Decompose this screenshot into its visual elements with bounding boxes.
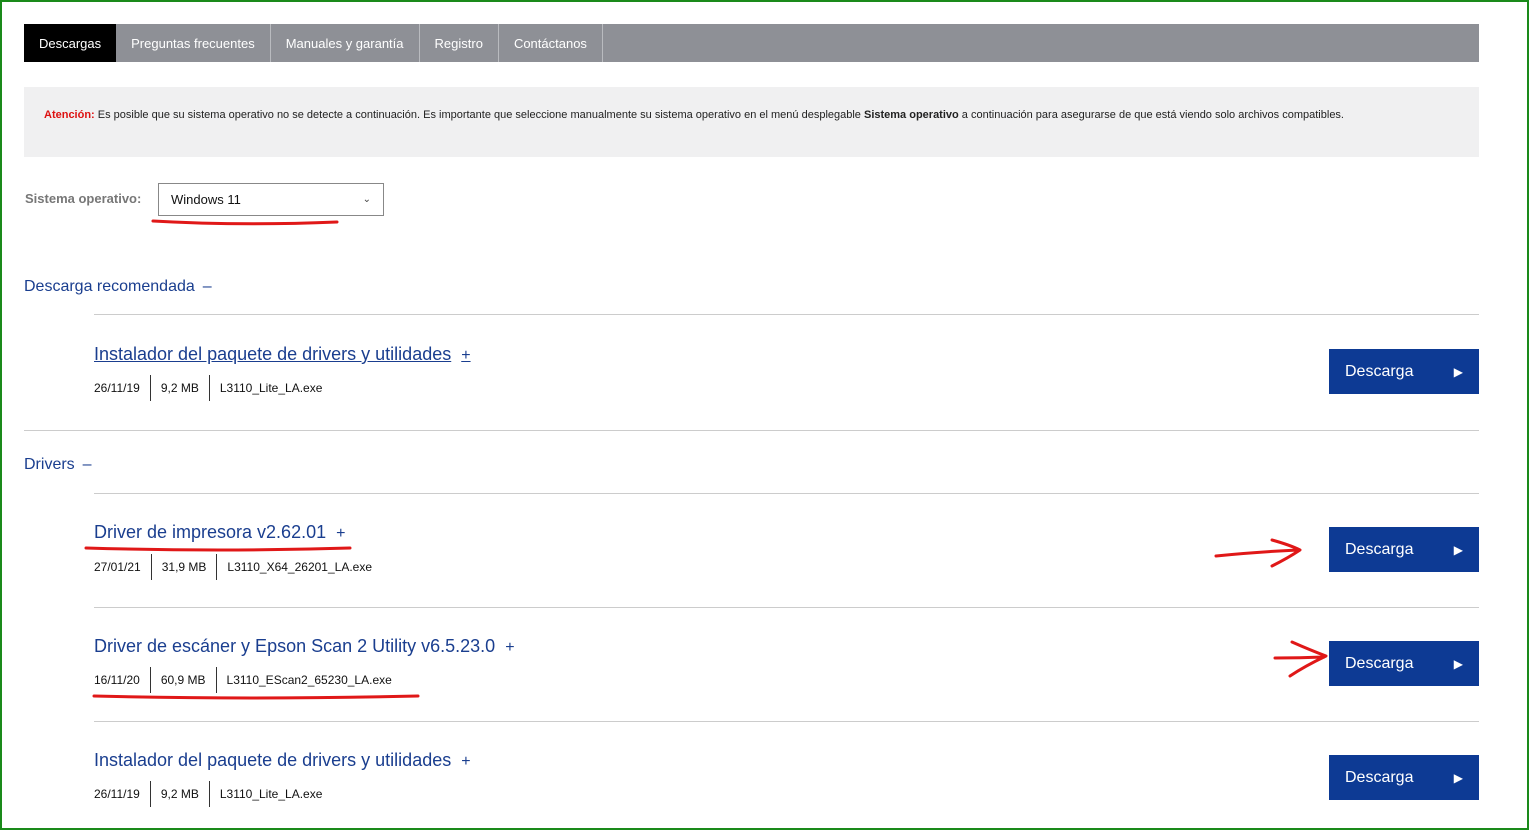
os-detection-notice: Atención: Es posible que su sistema oper… xyxy=(24,87,1479,157)
notice-warning-label: Atención: xyxy=(44,109,95,121)
section-recommended-toggle[interactable]: Descarga recomendada – xyxy=(24,278,212,296)
file-size: 9,2 MB xyxy=(149,781,209,807)
download-button[interactable]: Descarga ▶ xyxy=(1329,755,1479,800)
play-triangle-icon: ▶ xyxy=(1453,656,1463,671)
file-size: 60,9 MB xyxy=(149,667,216,693)
tab-contactanos[interactable]: Contáctanos xyxy=(499,24,603,62)
expand-icon: + xyxy=(505,639,515,656)
download-button-label: Descarga xyxy=(1345,654,1414,672)
divider xyxy=(94,493,1479,494)
tab-descargas[interactable]: Descargas xyxy=(24,24,117,62)
tab-registro[interactable]: Registro xyxy=(420,24,499,62)
item-title-link[interactable]: Instalador del paquete de drivers y util… xyxy=(94,750,471,771)
file-name: L3110_Lite_LA.exe xyxy=(208,781,333,807)
file-meta: 26/11/19 9,2 MB L3110_Lite_LA.exe xyxy=(94,781,332,807)
tab-manuales-garantia[interactable]: Manuales y garantía xyxy=(271,24,420,62)
section-drivers-toggle[interactable]: Drivers – xyxy=(24,456,92,474)
item-title-link[interactable]: Driver de escáner y Epson Scan 2 Utility… xyxy=(94,636,515,657)
expand-icon: + xyxy=(461,753,471,770)
file-meta: 27/01/21 31,9 MB L3110_X64_26201_LA.exe xyxy=(94,554,382,580)
item-title-text: Driver de escáner y Epson Scan 2 Utility… xyxy=(94,636,496,656)
notice-text: Es posible que su sistema operativo no s… xyxy=(94,109,864,121)
tab-bar: Descargas Preguntas frecuentes Manuales … xyxy=(24,24,1479,62)
item-title-link[interactable]: Instalador del paquete de drivers y util… xyxy=(94,344,471,365)
file-name: L3110_Lite_LA.exe xyxy=(208,375,333,401)
download-button-label: Descarga xyxy=(1345,362,1414,380)
item-title-text: Driver de impresora v2.62.01 xyxy=(94,522,327,542)
file-meta: 26/11/19 9,2 MB L3110_Lite_LA.exe xyxy=(94,375,332,401)
file-name: L3110_X64_26201_LA.exe xyxy=(216,554,382,580)
play-triangle-icon: ▶ xyxy=(1453,770,1463,785)
collapse-icon: – xyxy=(202,278,212,295)
os-select-value: Windows 11 xyxy=(171,192,241,207)
file-date: 26/11/19 xyxy=(94,381,140,395)
download-button[interactable]: Descarga ▶ xyxy=(1329,349,1479,394)
file-size: 31,9 MB xyxy=(150,554,217,580)
play-triangle-icon: ▶ xyxy=(1453,364,1463,379)
file-date: 26/11/19 xyxy=(94,787,140,801)
tab-preguntas-frecuentes[interactable]: Preguntas frecuentes xyxy=(116,24,271,62)
collapse-icon: – xyxy=(82,456,92,473)
expand-icon: + xyxy=(461,347,471,364)
divider xyxy=(94,314,1479,315)
download-button-label: Descarga xyxy=(1345,540,1414,558)
item-title-link[interactable]: Driver de impresora v2.62.01 + xyxy=(94,522,345,543)
file-date: 27/01/21 xyxy=(94,560,141,574)
download-button[interactable]: Descarga ▶ xyxy=(1329,527,1479,572)
divider xyxy=(24,430,1479,431)
divider xyxy=(94,607,1479,608)
section-recommended-title: Descarga recomendada xyxy=(24,278,195,295)
expand-icon: + xyxy=(336,525,346,542)
file-size: 9,2 MB xyxy=(149,375,209,401)
section-drivers-title: Drivers xyxy=(24,456,75,473)
file-meta: 16/11/20 60,9 MB L3110_EScan2_65230_LA.e… xyxy=(94,667,402,693)
file-name: L3110_EScan2_65230_LA.exe xyxy=(215,667,402,693)
item-title-text: Instalador del paquete de drivers y util… xyxy=(94,344,452,364)
os-select[interactable]: Windows 11 ⌄ xyxy=(158,183,384,216)
file-date: 16/11/20 xyxy=(94,673,140,687)
play-triangle-icon: ▶ xyxy=(1453,542,1463,557)
divider xyxy=(94,721,1479,722)
download-button[interactable]: Descarga ▶ xyxy=(1329,641,1479,686)
notice-text-after: a continuación para asegurarse de que es… xyxy=(958,109,1344,121)
chevron-down-icon: ⌄ xyxy=(362,194,371,205)
os-select-label: Sistema operativo: xyxy=(25,191,142,206)
item-title-text: Instalador del paquete de drivers y util… xyxy=(94,750,452,770)
notice-bold: Sistema operativo xyxy=(863,109,959,121)
download-button-label: Descarga xyxy=(1345,768,1414,786)
